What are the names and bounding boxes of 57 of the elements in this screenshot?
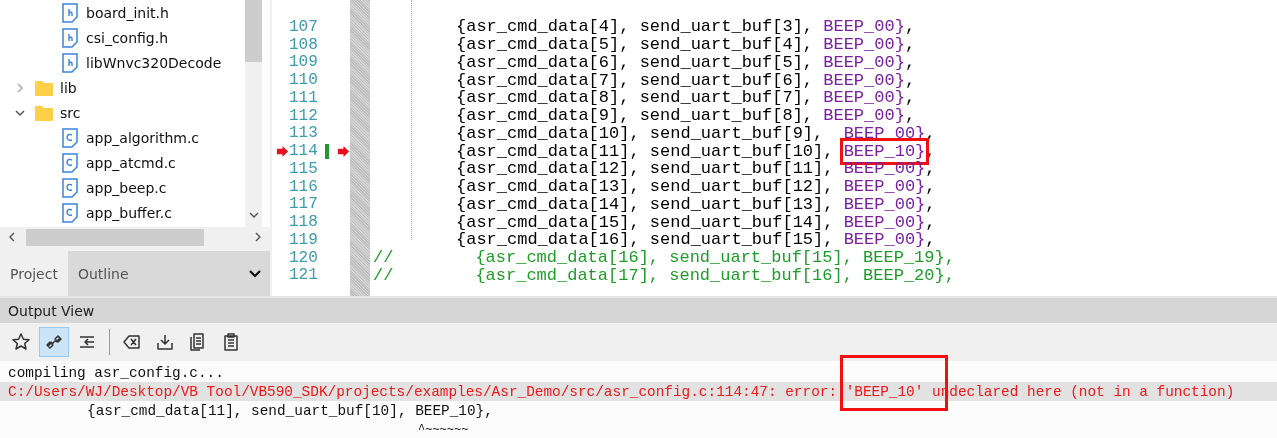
line-number: 119: [289, 230, 319, 249]
code-line: {asr_cmd_data[12], send_uart_buf[11], BEEP_00},: [456, 159, 936, 179]
code-line: {asr_cmd_data[7], send_uart_buf[6], BEEP_00},: [456, 70, 916, 90]
line-number: 120: [289, 248, 319, 267]
line-number: 115: [289, 159, 319, 178]
chevron-down-icon[interactable]: [248, 268, 262, 279]
code-line: {asr_cmd_data[6], send_uart_buf[5], BEEP_00},: [456, 52, 916, 72]
line-number: 111: [289, 88, 319, 107]
line-number: 110: [289, 71, 319, 90]
scroll-down-icon[interactable]: [247, 211, 260, 220]
code-line: {asr_cmd_data[13], send_uart_buf[12], BEEP_00},: [456, 177, 936, 197]
error-arrow-icon: [337, 144, 350, 158]
file-icon: [60, 202, 80, 223]
code-line: {asr_cmd_data[14], send_uart_buf[13], BEEP_00},: [456, 194, 936, 214]
file-icon: [60, 127, 80, 148]
tree-item[interactable]: src: [0, 100, 245, 125]
line-number: 112: [289, 106, 319, 125]
code-line: {asr_cmd_data[4], send_uart_buf[3], BEEP_00},: [456, 17, 916, 37]
tree-item[interactable]: csi_config.h: [0, 25, 245, 50]
comment-marker: //: [373, 248, 394, 268]
output-line: {asr_cmd_data[11], send_uart_buf[10], BEEP_10},: [86, 401, 494, 420]
tree-item[interactable]: app_atcmd.c: [0, 150, 245, 175]
code-line: {asr_cmd_data[16], send_uart_buf[15], BEEP_19},: [475, 248, 955, 268]
file-icon: [60, 52, 80, 73]
panel-title: Output View: [0, 298, 1277, 323]
line-number: 121: [289, 266, 319, 285]
code-line: {asr_cmd_data[9], send_uart_buf[8], BEEP_00},: [456, 106, 916, 126]
output-line: ^~~~~~~: [417, 421, 470, 438]
comment-marker: //: [373, 265, 394, 285]
line-number: 113: [289, 124, 319, 143]
tree-item[interactable]: app_algorithm.c: [0, 125, 245, 150]
line-number: 108: [289, 35, 319, 54]
scrollbar[interactable]: [245, 0, 262, 228]
code-line: {asr_cmd_data[8], send_uart_buf[7], BEEP_00},: [456, 88, 916, 108]
code-line: {asr_cmd_data[17], send_uart_buf[16], BEEP_20},: [475, 265, 955, 285]
line-number: 114: [289, 142, 319, 161]
scroll-left-icon[interactable]: [8, 231, 16, 244]
tree-item[interactable]: libWnvc320Decode: [0, 50, 245, 75]
file-icon: [60, 27, 80, 48]
file-icon: [60, 177, 80, 198]
line-number: 109: [289, 53, 319, 72]
tree-item[interactable]: lib: [0, 75, 245, 100]
tree-item[interactable]: app_beep.c: [0, 175, 245, 200]
panel-tab[interactable]: Outline: [67, 251, 270, 296]
tree-item[interactable]: app_buffer.c: [0, 200, 245, 225]
link-icon[interactable]: [39, 327, 69, 357]
code-line: {asr_cmd_data[5], send_uart_buf[4], BEEP_00},: [456, 35, 916, 55]
tree-item[interactable]: board_init.h: [0, 0, 245, 25]
line-number: 117: [289, 195, 319, 214]
line-number: 116: [289, 177, 319, 196]
line-number: 107: [289, 17, 319, 36]
code-line: {asr_cmd_data[15], send_uart_buf[14], BEEP_00},: [456, 212, 936, 232]
scroll-right-icon[interactable]: [254, 231, 262, 244]
output-line: compiling asr_config.c...: [7, 363, 225, 382]
file-icon: [60, 152, 80, 173]
line-number: 118: [289, 213, 319, 232]
code-line: {asr_cmd_data[16], send_uart_buf[15], BEEP_00},: [456, 230, 936, 250]
